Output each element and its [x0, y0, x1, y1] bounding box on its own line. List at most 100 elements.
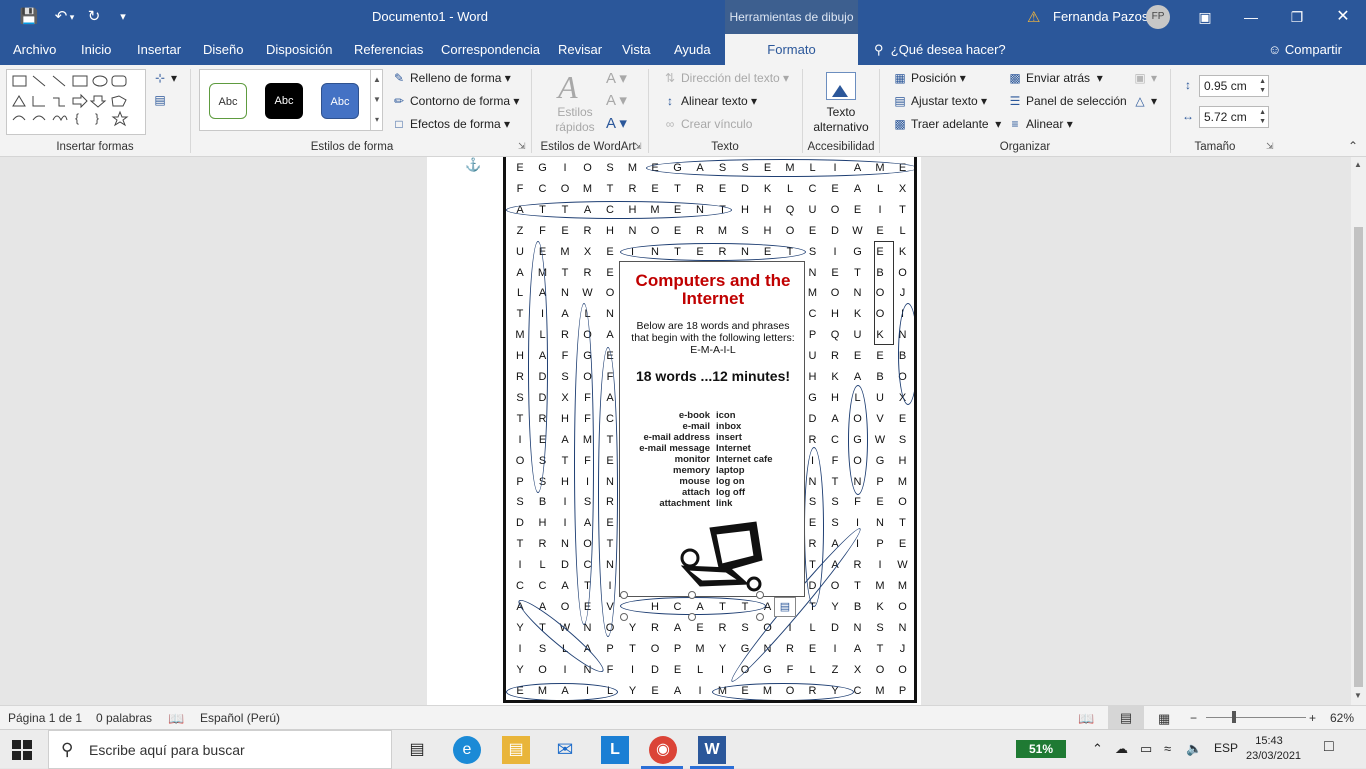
text-effects-icon[interactable]: A ▾ [606, 114, 627, 132]
answer-oval[interactable] [712, 683, 854, 700]
close-button[interactable]: ✕ [1328, 5, 1358, 29]
style-preset-blue[interactable]: Abc [321, 83, 359, 119]
page-count[interactable]: Página 1 de 1 [8, 711, 82, 725]
selection-handle[interactable] [756, 591, 764, 599]
shape-height-input[interactable]: 0.95 cm ▲ ▼ [1199, 75, 1269, 97]
shapes-gallery[interactable]: {} [6, 69, 146, 135]
tab-insertar[interactable]: Insertar [137, 34, 181, 65]
shape-outline-button[interactable]: ✏ Contorno de forma ▾ [391, 94, 519, 108]
customize-toolbar-icon[interactable]: ▾ [110, 6, 136, 28]
share-button[interactable]: ☺ Compartir [1268, 34, 1342, 65]
rotate-icon[interactable]: △ ▾ [1132, 94, 1157, 108]
mail-icon[interactable]: ✉ [551, 736, 579, 764]
selection-handle[interactable] [688, 613, 696, 621]
undo-dropdown-icon[interactable]: ▾ [66, 6, 78, 28]
restore-button[interactable]: ❐ [1282, 5, 1312, 29]
ebook-rectangle[interactable] [874, 241, 894, 345]
user-name[interactable]: Fernanda Pazos [1053, 9, 1148, 24]
selection-handle[interactable] [620, 591, 628, 599]
answer-oval[interactable] [646, 159, 914, 177]
width-spinner[interactable]: ▲ ▼ [1259, 108, 1266, 126]
answer-oval[interactable] [528, 241, 548, 493]
align-button[interactable]: ≡ Alinear ▾ [1007, 117, 1072, 131]
word-count[interactable]: 0 palabras [96, 711, 152, 725]
volume-icon[interactable]: 🔈 [1186, 741, 1202, 757]
scroll-down-icon[interactable]: ▼ [1354, 691, 1362, 700]
zoom-in-icon[interactable]: + [1309, 711, 1316, 725]
scroll-up-icon[interactable]: ▲ [1354, 160, 1362, 169]
style-preset-black[interactable]: Abc [265, 83, 303, 119]
edit-shape-icon[interactable]: ⊹ ▾ [152, 71, 177, 85]
shape-fill-button[interactable]: ✎ Relleno de forma ▾ [391, 71, 511, 85]
taskbar-search[interactable]: ⚲ Escribe aquí para buscar [48, 730, 392, 769]
tab-referencias[interactable]: Referencias [354, 34, 423, 65]
position-button[interactable]: ▦ Posición ▾ [892, 71, 965, 85]
zoom-level[interactable]: 62% [1330, 711, 1354, 725]
chrome-icon[interactable]: ◉ [649, 736, 677, 764]
read-mode-icon[interactable]: 📖 [1078, 711, 1094, 727]
answer-oval[interactable] [574, 303, 594, 625]
battery-icon[interactable]: ▭ [1140, 741, 1152, 757]
notifications-icon[interactable]: □ [1324, 738, 1334, 756]
tab-ayuda[interactable]: Ayuda [674, 34, 711, 65]
zoom-out-icon[interactable]: − [1190, 711, 1197, 725]
collapse-ribbon-icon[interactable]: ⌃ [1348, 139, 1358, 153]
proofing-icon[interactable]: 📖 [168, 711, 184, 727]
send-backward-button[interactable]: ▩ Enviar atrás ▾ [1007, 71, 1102, 85]
minimize-button[interactable]: — [1236, 5, 1266, 29]
gallery-scroll[interactable]: ▲ ▼ ▾ [370, 70, 383, 130]
vertical-scrollbar[interactable]: ▲ ▼ [1351, 157, 1366, 705]
text-box-icon[interactable]: ▤ [152, 93, 171, 107]
language-status[interactable]: Español (Perú) [200, 711, 280, 725]
zoom-slider[interactable] [1206, 711, 1306, 723]
clock[interactable]: 15:43 23/03/2021 [1246, 734, 1301, 764]
ribbon-display-options-icon[interactable]: ▣ [1190, 5, 1220, 29]
selection-handle[interactable] [620, 613, 628, 621]
answer-oval[interactable] [506, 201, 732, 219]
file-explorer-icon[interactable]: ▤ [502, 736, 530, 764]
shape-effects-button[interactable]: □ Efectos de forma ▾ [391, 117, 510, 131]
zoom-slider-thumb[interactable] [1232, 711, 1236, 723]
tab-inicio[interactable]: Inicio [81, 34, 111, 65]
answer-oval[interactable] [848, 385, 868, 495]
word-search-puzzle[interactable]: EGIOSMEGASSEMLIAMEFCOMTRETREDKLCEALXATTA… [503, 157, 917, 703]
tray-chevron-icon[interactable]: ⌃ [1092, 741, 1103, 757]
onedrive-icon[interactable]: ☁ [1115, 741, 1128, 757]
task-view-icon[interactable]: ▤ [403, 736, 431, 764]
tab-formato[interactable]: Formato [725, 34, 858, 65]
windows-start-icon[interactable] [12, 740, 32, 760]
layout-options-icon[interactable]: ▤ [774, 597, 796, 617]
height-spinner[interactable]: ▲ ▼ [1259, 77, 1266, 95]
style-preset-outline[interactable]: Abc [209, 83, 247, 119]
align-text-button[interactable]: ↕ Alinear texto ▾ [662, 94, 757, 108]
tab-revisar[interactable]: Revisar [558, 34, 602, 65]
tell-me-search[interactable]: ⚲ ¿Qué desea hacer? [874, 34, 1006, 65]
tab-vista[interactable]: Vista [622, 34, 651, 65]
answer-oval[interactable] [506, 683, 618, 700]
web-layout-icon[interactable]: ▦ [1158, 711, 1170, 727]
shape-width-input[interactable]: 5.72 cm ▲ ▼ [1199, 106, 1269, 128]
edge-icon[interactable]: e [453, 736, 481, 764]
tab-archivo[interactable]: Archivo [13, 34, 56, 65]
word-icon[interactable]: W [698, 736, 726, 764]
answer-oval[interactable] [620, 243, 806, 261]
scroll-thumb[interactable] [1354, 227, 1363, 687]
wifi-icon[interactable]: ≈ [1164, 741, 1171, 756]
tab-diseno[interactable]: Diseño [203, 34, 243, 65]
selection-handle[interactable] [688, 591, 696, 599]
answer-oval[interactable] [598, 347, 618, 637]
wrap-text-button[interactable]: ▤ Ajustar texto ▾ [892, 94, 987, 108]
l-app-icon[interactable]: L [601, 736, 629, 764]
shape-styles-gallery[interactable]: Abc Abc Abc ▲ ▼ ▾ [199, 69, 383, 131]
selection-pane-button[interactable]: ☰ Panel de selección [1007, 94, 1127, 108]
size-launcher-icon[interactable]: ⇲ [1266, 141, 1274, 152]
alt-text-button[interactable]: Texto alternativo [808, 105, 874, 135]
avatar[interactable]: FP [1146, 5, 1170, 29]
tab-correspondencia[interactable]: Correspondencia [441, 34, 540, 65]
input-language[interactable]: ESP [1214, 741, 1238, 755]
shapes-gallery-icons[interactable]: {} [7, 70, 145, 134]
tab-disposicion[interactable]: Disposición [266, 34, 332, 65]
warning-icon[interactable]: ⚠ [1027, 8, 1040, 26]
battery-indicator[interactable]: 51% [1016, 740, 1066, 758]
selection-handle[interactable] [756, 613, 764, 621]
